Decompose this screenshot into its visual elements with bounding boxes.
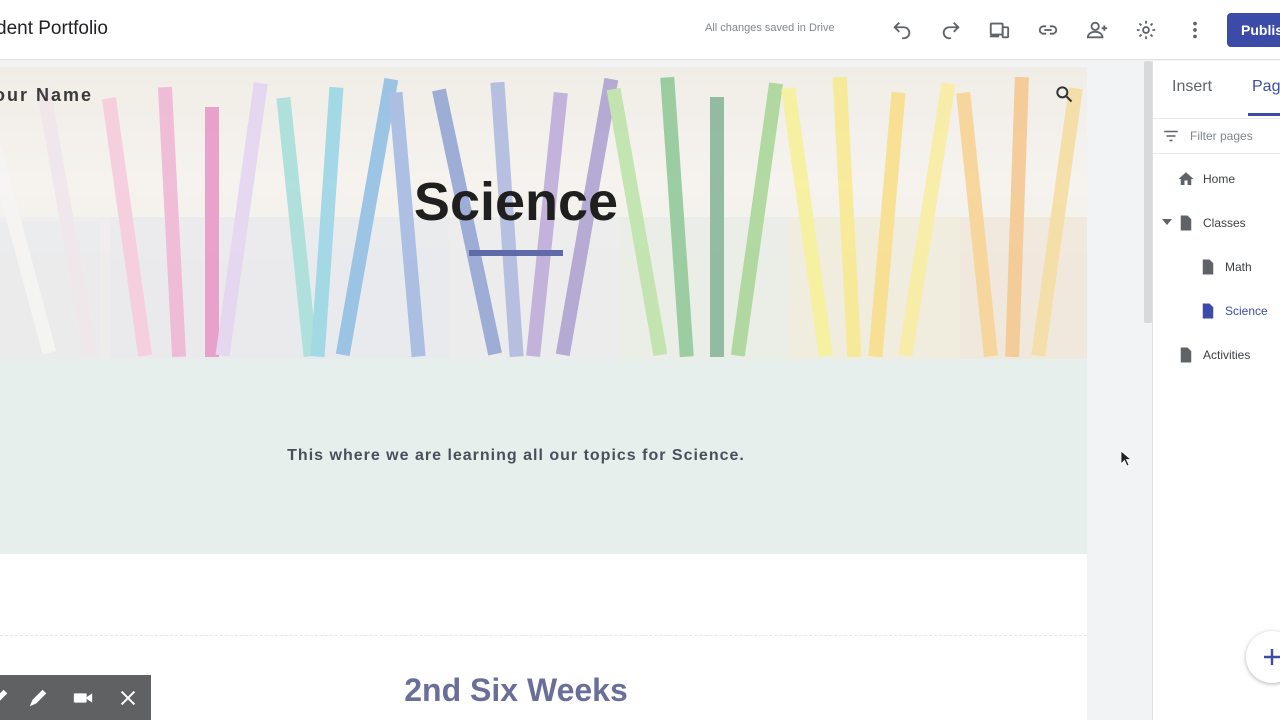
camera-icon[interactable]: [72, 687, 94, 709]
intro-text[interactable]: This where we are learning all our topic…: [0, 447, 1032, 465]
page-icon: [1199, 258, 1217, 276]
hero-banner[interactable]: our Name Science: [0, 67, 1087, 359]
undo-icon[interactable]: [890, 18, 914, 42]
filter-bar: [1153, 118, 1280, 154]
highlighter-icon[interactable]: [27, 687, 49, 709]
tab-pages[interactable]: Page: [1252, 78, 1280, 96]
intro-section[interactable]: This where we are learning all our topic…: [0, 359, 1087, 554]
more-icon[interactable]: [1183, 18, 1207, 42]
publish-button[interactable]: Publis: [1227, 13, 1280, 47]
site-name[interactable]: our Name: [0, 85, 93, 106]
tab-insert[interactable]: Insert: [1172, 78, 1212, 96]
add-page-button[interactable]: [1246, 631, 1280, 683]
search-icon[interactable]: [1054, 84, 1074, 104]
mouse-cursor-icon: [1120, 450, 1133, 467]
page-icon: [1177, 214, 1195, 232]
page-item-label: Math: [1225, 260, 1252, 274]
preview-icon[interactable]: [987, 18, 1011, 42]
page-item-label: Science: [1225, 304, 1268, 318]
pen-icon[interactable]: [0, 687, 10, 709]
filter-pages-input[interactable]: [1190, 129, 1280, 143]
settings-icon[interactable]: [1134, 18, 1158, 42]
page-icon: [1199, 302, 1217, 320]
page-title[interactable]: Science: [0, 171, 1032, 233]
redo-icon[interactable]: [939, 18, 963, 42]
recording-toolbar: [0, 675, 151, 720]
top-bar: dent Portfolio All changes saved in Driv…: [0, 0, 1280, 60]
side-panel: Insert Page Home Classes Math Science: [1152, 61, 1280, 720]
page-item-activities[interactable]: Activities: [1177, 345, 1250, 365]
page-preview: our Name Science This where we are learn…: [0, 67, 1087, 720]
collapse-caret-icon[interactable]: [1161, 215, 1173, 227]
title-underline: [469, 250, 563, 256]
share-icon[interactable]: [1085, 18, 1109, 42]
plus-icon: [1264, 649, 1280, 665]
filter-icon: [1162, 127, 1180, 145]
page-icon: [1177, 346, 1195, 364]
page-item-science[interactable]: Science: [1199, 301, 1268, 321]
canvas-scrollbar[interactable]: [1144, 61, 1152, 323]
page-item-label: Home: [1203, 172, 1236, 186]
active-tab-indicator: [1248, 113, 1280, 116]
page-item-home[interactable]: Home: [1177, 169, 1235, 189]
section-heading[interactable]: 2nd Six Weeks: [0, 672, 1032, 709]
site-title[interactable]: dent Portfolio: [0, 18, 108, 40]
link-icon[interactable]: [1036, 18, 1060, 42]
close-icon[interactable]: [117, 687, 139, 709]
section-divider: [0, 635, 1087, 636]
page-item-math[interactable]: Math: [1199, 257, 1252, 277]
page-item-label: Classes: [1203, 216, 1246, 230]
editor-canvas: our Name Science This where we are learn…: [0, 61, 1144, 720]
page-item-classes[interactable]: Classes: [1177, 213, 1246, 233]
page-item-label: Activities: [1203, 348, 1251, 362]
home-icon: [1177, 170, 1195, 188]
save-status: All changes saved in Drive: [705, 22, 835, 34]
